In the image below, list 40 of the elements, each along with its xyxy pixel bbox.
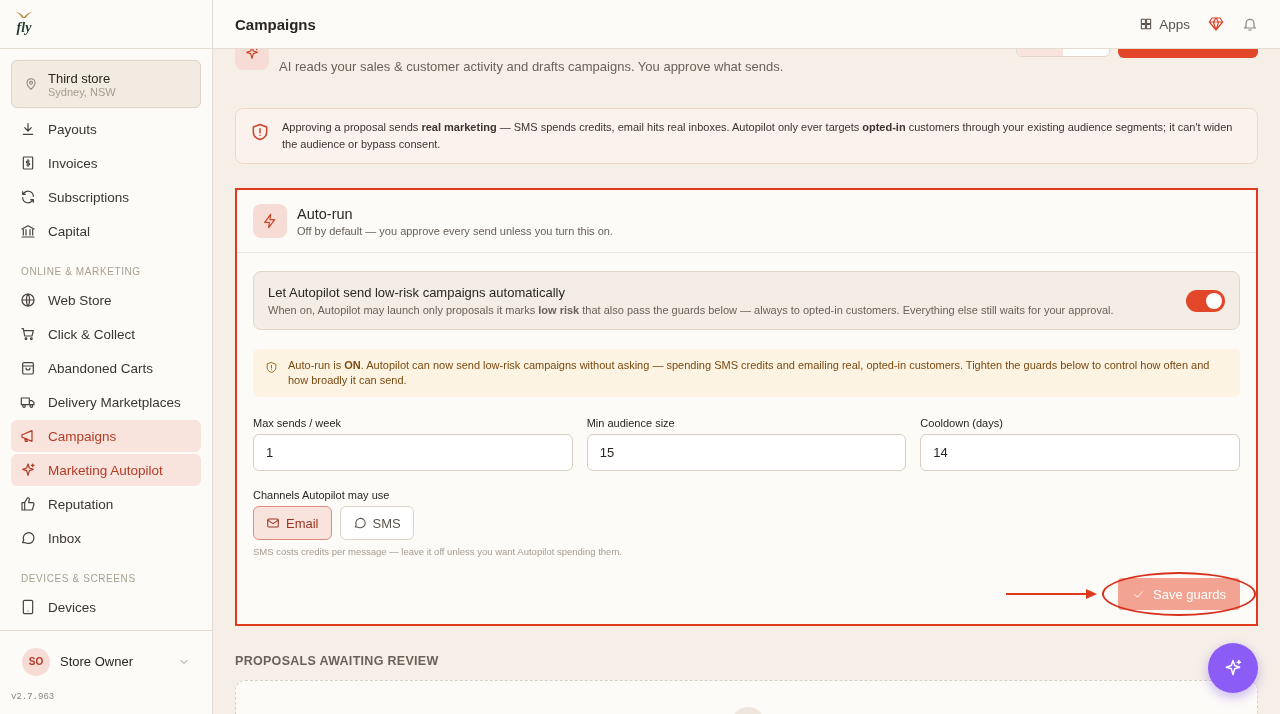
sidebar-item[interactable]: Inbox [11,522,201,554]
field-label: Cooldown (days) [920,417,1004,429]
sidebar-item[interactable]: Web Store [11,284,201,316]
field-label: Channels Autopilot may use [253,489,391,501]
card-title: Auto-run [297,206,354,222]
version-label: v2.7.963 [10,692,56,704]
number-field[interactable]: 1 [253,434,573,471]
sidebar-item[interactable]: Payouts [11,113,201,145]
hint-text: SMS costs credits per message — leave it off unless you want Autopilot spending them. [253,546,623,557]
toggle-description: When on, Autopilot may launch only proposals it marks low risk that also pass the guards below — always to opted-in customers. Everything else still waits for your approval. [268,304,1115,316]
logo: fly [12,10,36,35]
section-heading: ONLINE & MARKETING [20,265,142,279]
sidebar-item[interactable]: Marketing Autopilot [11,454,201,486]
sidebar-item[interactable]: Delivery Marketplaces [11,386,201,418]
field-label: Max sends / week [253,417,343,429]
sidebar-item[interactable]: Invoices [11,147,201,179]
number-field[interactable]: 15 [586,434,907,471]
sidebar-item[interactable]: Devices [11,591,201,623]
section-heading: DEVICES & SCREENS [20,572,137,586]
sidebar-item[interactable]: Capital [11,215,201,247]
card-subtitle: Off by default — you approve every send unless you turn this on. [297,225,614,237]
apps-button[interactable]: Apps [1139,16,1190,32]
section-subtitle: AI reads your sales & customer activity and drafts campaigns. You approve what sends. [279,59,785,74]
channel-chip[interactable]: Email [253,506,332,540]
sidebar-item[interactable]: Click & Collect [11,318,201,350]
sidebar-item[interactable]: Subscriptions [11,181,201,213]
number-field[interactable]: 14 [920,434,1240,471]
page-title: Campaigns [235,15,316,33]
avatar: SO [22,647,50,676]
sidebar-item[interactable]: Abandoned Carts [11,352,201,384]
sidebar-item[interactable]: Campaigns [11,420,201,452]
toggle-label: Let Autopilot send low-risk campaigns automatically [268,285,566,300]
notice-text: Approving a proposal sends real marketing — SMS spends credits, email hits real inboxes. Autopilot only ever targets opted-in customers through your existing audience segments; it can't widen the audience or bypass consent. [282,120,1234,152]
sidebar-item[interactable]: Reputation [11,488,201,520]
section-heading: PROPOSALS AWAITING REVIEW [235,654,440,668]
user-menu[interactable]: SO Store Owner [0,630,212,692]
store-selector[interactable]: Third store Sydney, NSW [11,60,201,108]
field-label: Min audience size [586,417,676,429]
channel-chip[interactable]: SMS [339,506,414,540]
warning-text: Auto-run is ON. Autopilot can now send low-risk campaigns without asking — spending SMS credits and emailing real, opted-in customers. Tighten the guards below to control how often and how broadly it can send. [288,358,1211,388]
